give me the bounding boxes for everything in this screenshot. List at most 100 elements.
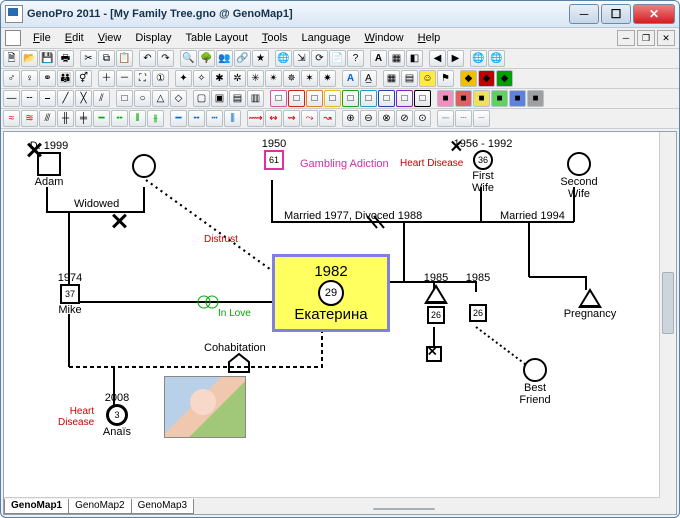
fill-green-icon[interactable]: ■ bbox=[491, 90, 508, 107]
female-icon[interactable]: ♀ bbox=[21, 70, 38, 87]
smiley-icon[interactable]: ☺ bbox=[419, 70, 436, 87]
person-adam[interactable]: D. 1999 Adam bbox=[24, 140, 74, 188]
text-a-icon[interactable]: A bbox=[370, 50, 387, 67]
mdi-close-button[interactable]: ✕ bbox=[657, 30, 675, 46]
tool-d-icon[interactable]: ✲ bbox=[229, 70, 246, 87]
sw-blue-icon[interactable]: □ bbox=[378, 90, 395, 107]
fill-red-icon[interactable]: ■ bbox=[455, 90, 472, 107]
shape-tri-icon[interactable]: △ bbox=[152, 90, 169, 107]
child-icon[interactable]: ⚥ bbox=[75, 70, 92, 87]
line-4-icon[interactable]: ╱ bbox=[57, 90, 74, 107]
document-icon[interactable] bbox=[5, 30, 21, 46]
rel-10-icon[interactable]: ━ bbox=[170, 110, 187, 127]
rel-13-icon[interactable]: ⫼ bbox=[224, 110, 241, 127]
flag-icon[interactable]: ⚑ bbox=[437, 70, 454, 87]
sw-green-icon[interactable]: □ bbox=[342, 90, 359, 107]
rel-24-icon[interactable]: ─ bbox=[437, 110, 454, 127]
rel-26-icon[interactable]: ┈ bbox=[473, 110, 490, 127]
palette-1-icon[interactable]: ◆ bbox=[460, 70, 477, 87]
palette-2-icon[interactable]: ◆ bbox=[478, 70, 495, 87]
save-icon[interactable]: 💾 bbox=[39, 50, 56, 67]
menu-window[interactable]: Window bbox=[358, 30, 409, 46]
rel-1-icon[interactable]: ≈ bbox=[3, 110, 20, 127]
tab-genomap1[interactable]: GenoMap1 bbox=[4, 499, 69, 514]
menu-file[interactable]: File bbox=[27, 30, 57, 46]
tool-g-icon[interactable]: ✵ bbox=[283, 70, 300, 87]
web-icon[interactable]: 🌐 bbox=[275, 50, 292, 67]
sw-orange-icon[interactable]: □ bbox=[306, 90, 323, 107]
find-icon[interactable]: 🔍 bbox=[180, 50, 197, 67]
genogram-canvas[interactable]: D. 1999 Adam Widowed 1950 61 Gambling Ad… bbox=[4, 132, 660, 498]
rel-4-icon[interactable]: ╫ bbox=[57, 110, 74, 127]
font-size-icon[interactable]: A̲ bbox=[360, 70, 377, 87]
menu-table-layout[interactable]: Table Layout bbox=[179, 30, 253, 46]
person-1985a[interactable]: 1985 26 bbox=[416, 272, 456, 324]
line-3-icon[interactable]: ⎯ bbox=[39, 90, 56, 107]
scrollbar-vertical[interactable] bbox=[659, 132, 676, 498]
menu-tools[interactable]: Tools bbox=[256, 30, 294, 46]
fill-gray-icon[interactable]: ■ bbox=[527, 90, 544, 107]
open-icon[interactable]: 📂 bbox=[21, 50, 38, 67]
rel-22-icon[interactable]: ⊘ bbox=[396, 110, 413, 127]
print-icon[interactable]: 🖶 bbox=[57, 50, 74, 67]
mdi-minimize-button[interactable]: ─ bbox=[617, 30, 635, 46]
menu-help[interactable]: Help bbox=[412, 30, 447, 46]
rel-17-icon[interactable]: ⤳ bbox=[301, 110, 318, 127]
box-3-icon[interactable]: ▤ bbox=[229, 90, 246, 107]
people-icon[interactable]: 👥 bbox=[216, 50, 233, 67]
tool-c-icon[interactable]: ✱ bbox=[211, 70, 228, 87]
menu-language[interactable]: Language bbox=[296, 30, 357, 46]
couple-icon[interactable]: ⚭ bbox=[39, 70, 56, 87]
rel-23-icon[interactable]: ⊙ bbox=[414, 110, 431, 127]
arrow-left-icon[interactable]: ◀ bbox=[429, 50, 446, 67]
rel-20-icon[interactable]: ⊖ bbox=[360, 110, 377, 127]
line-1-icon[interactable]: ― bbox=[3, 90, 20, 107]
person-adam-wife[interactable] bbox=[132, 154, 156, 178]
rel-9-icon[interactable]: ⫵ bbox=[147, 110, 164, 127]
tool-e-icon[interactable]: ✳ bbox=[247, 70, 264, 87]
zoom-out-icon[interactable]: － bbox=[116, 70, 133, 87]
redo-icon[interactable]: ↷ bbox=[157, 50, 174, 67]
color-icon[interactable]: ◧ bbox=[406, 50, 423, 67]
person-deceased-child[interactable] bbox=[426, 346, 442, 362]
rel-2-icon[interactable]: ≋ bbox=[21, 110, 38, 127]
person-1985b[interactable]: 1985 26 bbox=[458, 272, 498, 322]
tool-i-icon[interactable]: ✷ bbox=[319, 70, 336, 87]
fill-icon[interactable]: ▦ bbox=[388, 50, 405, 67]
minimize-button[interactable]: ─ bbox=[569, 4, 599, 24]
rel-25-icon[interactable]: ┄ bbox=[455, 110, 472, 127]
person-second-wife[interactable]: Second Wife bbox=[549, 152, 609, 200]
globe-2-icon[interactable]: 🌐 bbox=[488, 50, 505, 67]
rel-21-icon[interactable]: ⊗ bbox=[378, 110, 395, 127]
tool-a-icon[interactable]: ✦ bbox=[175, 70, 192, 87]
sw-yellow-icon[interactable]: □ bbox=[324, 90, 341, 107]
cut-icon[interactable]: ✂ bbox=[80, 50, 97, 67]
tool-b-icon[interactable]: ✧ bbox=[193, 70, 210, 87]
line-5-icon[interactable]: ╳ bbox=[75, 90, 92, 107]
rel-3-icon[interactable]: ⫻ bbox=[39, 110, 56, 127]
grid-icon[interactable]: ▦ bbox=[383, 70, 400, 87]
menu-display[interactable]: Display bbox=[129, 30, 177, 46]
shape-sq-icon[interactable]: □ bbox=[116, 90, 133, 107]
scrollbar-thumb[interactable] bbox=[662, 272, 674, 334]
rel-18-icon[interactable]: ↝ bbox=[319, 110, 336, 127]
globe-1-icon[interactable]: 🌐 bbox=[470, 50, 487, 67]
person-mike[interactable]: 1974 37 Mike bbox=[50, 272, 90, 316]
new-icon[interactable]: 🗎 bbox=[3, 50, 20, 67]
rel-7-icon[interactable]: ╍ bbox=[111, 110, 128, 127]
zoom-fit-icon[interactable]: ⛶ bbox=[134, 70, 151, 87]
tree-icon[interactable]: 🌳 bbox=[198, 50, 215, 67]
zoom-in-icon[interactable]: ＋ bbox=[98, 70, 115, 87]
tool-f-icon[interactable]: ✴ bbox=[265, 70, 282, 87]
zoom-1-icon[interactable]: ① bbox=[152, 70, 169, 87]
refresh-icon[interactable]: ⟳ bbox=[311, 50, 328, 67]
arrow-right-icon[interactable]: ▶ bbox=[447, 50, 464, 67]
sw-purple-icon[interactable]: □ bbox=[396, 90, 413, 107]
maximize-button[interactable]: ☐ bbox=[601, 4, 631, 24]
rel-16-icon[interactable]: ⇝ bbox=[283, 110, 300, 127]
copy-icon[interactable]: ⧉ bbox=[98, 50, 115, 67]
fill-yellow-icon[interactable]: ■ bbox=[473, 90, 490, 107]
scrollbar-horizontal[interactable]: GenoMap1 GenoMap2 GenoMap3 bbox=[4, 497, 660, 514]
tab-genomap2[interactable]: GenoMap2 bbox=[68, 499, 131, 514]
menu-view[interactable]: View bbox=[92, 30, 128, 46]
